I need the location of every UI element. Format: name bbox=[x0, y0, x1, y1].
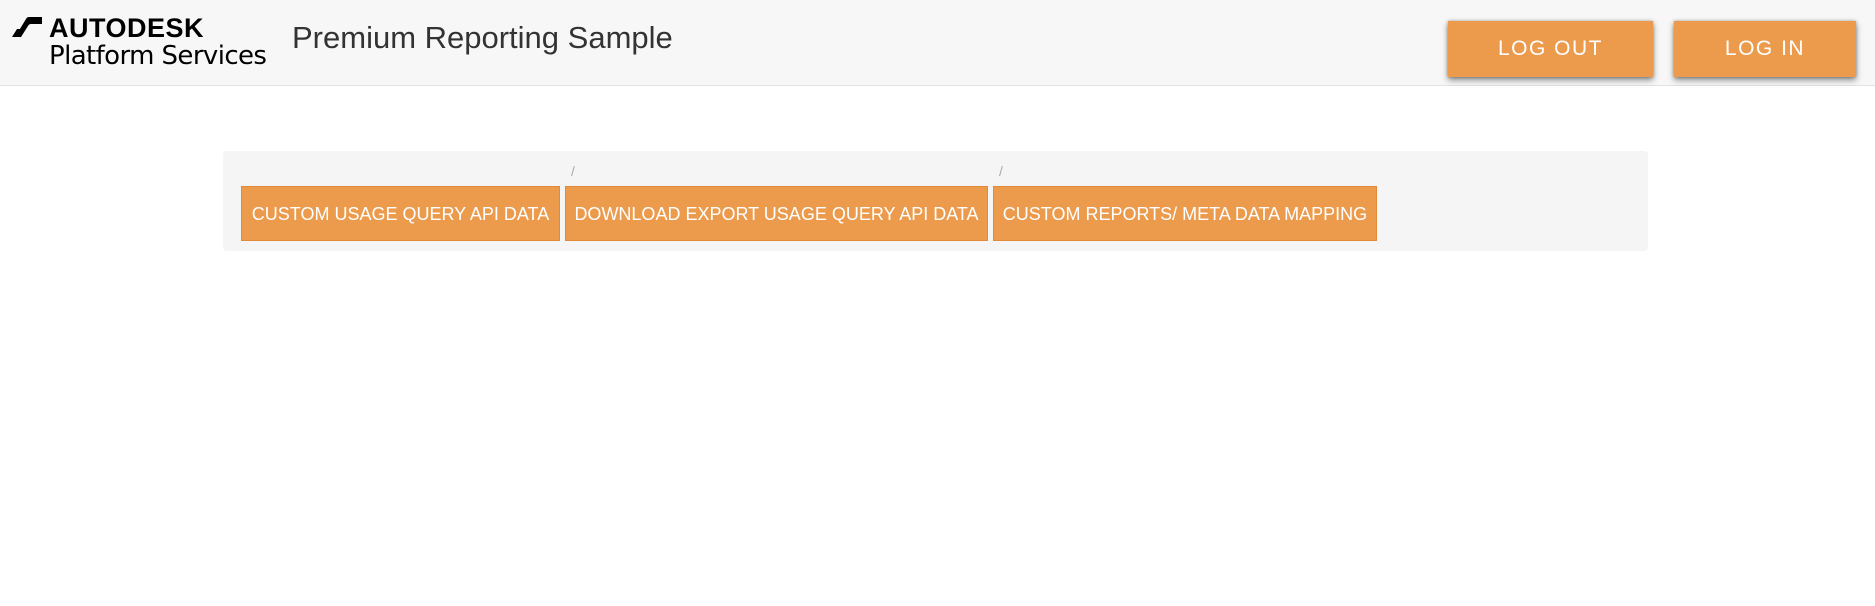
download-export-usage-query-button[interactable]: DOWNLOAD EXPORT USAGE QUERY API DATA bbox=[565, 186, 988, 241]
top-navbar: AUTODESK Platform Services Premium Repor… bbox=[0, 0, 1875, 86]
login-button[interactable]: LOG IN bbox=[1674, 21, 1856, 77]
app-title: Premium Reporting Sample bbox=[292, 20, 673, 55]
custom-usage-query-button[interactable]: CUSTOM USAGE QUERY API DATA bbox=[241, 186, 560, 241]
custom-reports-meta-data-mapping-button[interactable]: CUSTOM REPORTS/ META DATA MAPPING bbox=[993, 186, 1377, 241]
logo-brand-text: AUTODESK bbox=[49, 13, 205, 43]
autodesk-logo[interactable]: AUTODESK Platform Services bbox=[12, 14, 276, 70]
autodesk-logo-icon bbox=[12, 17, 42, 37]
breadcrumb-separator: / bbox=[571, 163, 575, 179]
logo-product-text: Platform Services bbox=[49, 41, 267, 71]
breadcrumb-separator: / bbox=[999, 163, 1003, 179]
logout-button[interactable]: LOG OUT bbox=[1448, 21, 1653, 77]
